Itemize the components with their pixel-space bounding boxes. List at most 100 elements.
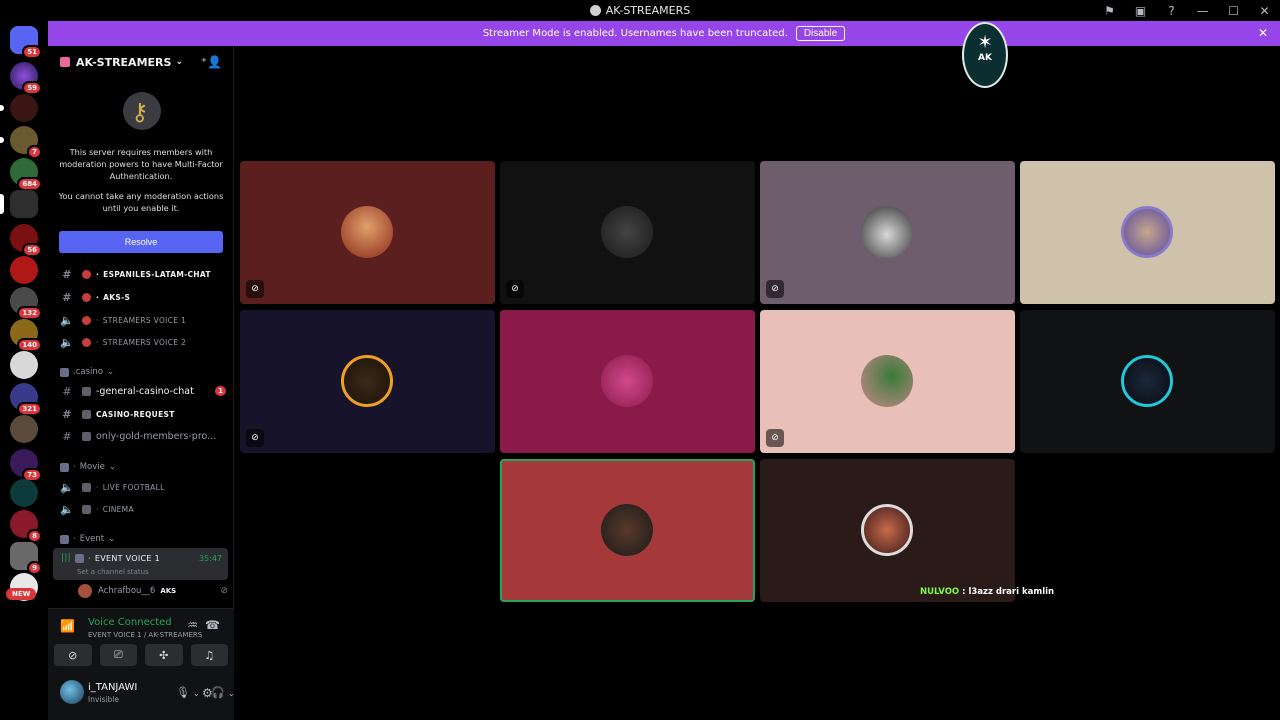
- invite-people-icon[interactable]: ⁺👤: [201, 55, 222, 69]
- channel-general-casino-chat[interactable]: # -general-casino-chat 1: [58, 381, 228, 401]
- server-icon[interactable]: 684: [10, 158, 42, 191]
- video-off-icon: ⊘: [506, 280, 524, 298]
- video-off-icon: ⊘: [246, 280, 264, 298]
- participant-tile[interactable]: [1020, 310, 1275, 453]
- channel-cinema[interactable]: 🔈 · CINEMA: [58, 499, 228, 519]
- participant-tile[interactable]: ⊘: [240, 310, 495, 453]
- voice-timer: 35:47: [198, 554, 222, 563]
- signal-icon[interactable]: 📶: [60, 619, 75, 633]
- channel-name: AKS-S: [103, 292, 131, 302]
- channel-casino-request[interactable]: # CASINO-REQUEST: [58, 404, 228, 424]
- unread-pill: [0, 105, 4, 111]
- selected-pill: [0, 194, 4, 214]
- server-icon[interactable]: [10, 479, 38, 507]
- banner-close-icon[interactable]: ✕: [1258, 26, 1268, 40]
- participant-tile[interactable]: ⊘: [760, 161, 1015, 304]
- camera-off-button[interactable]: ⊘: [54, 644, 92, 666]
- channel-name: ESPANILES-LATAM-CHAT: [103, 269, 211, 279]
- participant-tile[interactable]: ⊘: [240, 161, 495, 304]
- server-icon[interactable]: [0, 94, 38, 122]
- channel-status[interactable]: Set a channel status: [77, 568, 149, 576]
- channel-only-gold-members[interactable]: # only-gold-members-pro...: [58, 426, 228, 446]
- direct-messages-button[interactable]: 51: [10, 26, 42, 59]
- server-icon[interactable]: 321: [10, 383, 42, 416]
- channel-live-football[interactable]: 🔈 · LIVE FOOTBALL: [58, 477, 228, 497]
- chevron-down-icon[interactable]: ⌄: [193, 689, 200, 698]
- voice-connected-title[interactable]: Voice Connected: [88, 617, 172, 628]
- text-channel-icon: #: [62, 429, 72, 443]
- key-illustration: ⚷: [111, 88, 171, 138]
- participant-tile[interactable]: ⊘: [500, 161, 755, 304]
- chevron-down-icon: ⌄: [106, 367, 115, 377]
- category-name: Event: [79, 534, 105, 544]
- channel-emoji: [82, 431, 91, 441]
- channel-streamers-voice-1[interactable]: 🔈 · STREAMERS VOICE 1: [58, 310, 228, 330]
- chevron-down-icon: ⌄: [108, 462, 116, 472]
- category-casino[interactable]: .casino ⌄: [60, 367, 114, 377]
- chevron-down-icon[interactable]: ⌄: [228, 689, 235, 698]
- participant-tile[interactable]: [1020, 161, 1275, 304]
- server-icon[interactable]: 56: [10, 224, 42, 257]
- channel-name: -general-casino-chat: [96, 385, 194, 397]
- user-status: Invisible: [88, 695, 119, 704]
- chat-username: NULVOO: [920, 587, 960, 597]
- server-icon[interactable]: 7: [0, 126, 42, 159]
- server-icon[interactable]: 73: [10, 449, 42, 482]
- participant-tile[interactable]: [500, 310, 755, 453]
- voice-channel-path: EVENT VOICE 1 / AK-STREAMERS: [88, 631, 203, 639]
- server-icon[interactable]: 140: [10, 319, 42, 352]
- server-name: AK-STREAMERS: [76, 55, 172, 69]
- headphones-icon[interactable]: 🎧: [211, 686, 225, 699]
- disable-streamer-mode-button[interactable]: Disable: [795, 26, 846, 41]
- avatar[interactable]: [60, 680, 84, 704]
- soundboard-button[interactable]: ♫: [190, 644, 228, 666]
- username[interactable]: i_TANJAWI: [88, 682, 137, 693]
- microphone-icon[interactable]: 🎙: [176, 686, 190, 699]
- server-icon[interactable]: 59: [10, 62, 42, 95]
- server-icon[interactable]: 132: [10, 287, 42, 320]
- minimize-button[interactable]: —: [1187, 4, 1218, 18]
- streamer-mode-banner: Streamer Mode is enabled. Usernames have…: [48, 21, 1280, 46]
- server-icon[interactable]: [10, 256, 38, 284]
- channel-name: EVENT VOICE 1: [94, 553, 161, 563]
- server-logo-icon: [60, 57, 70, 67]
- channel-emoji: [75, 553, 84, 563]
- channel-espaniles[interactable]: # · ESPANILES-LATAM-CHAT: [58, 264, 228, 284]
- share-screen-button[interactable]: ⎚: [99, 644, 137, 666]
- settings-gear-icon[interactable]: ⚙: [202, 686, 213, 700]
- category-movie[interactable]: · Movie ⌄: [60, 462, 116, 472]
- close-window-button[interactable]: ✕: [1249, 4, 1280, 18]
- server-icon[interactable]: 8: [10, 510, 42, 543]
- screen-share-icon[interactable]: ▣: [1125, 4, 1156, 18]
- participant-tile-speaking[interactable]: [500, 459, 755, 602]
- help-icon[interactable]: ?: [1156, 4, 1187, 18]
- text-channel-icon: #: [62, 290, 72, 304]
- server-icon[interactable]: 9: [10, 542, 42, 575]
- overlay-chat-message: NULVOO : l3azz drari kamlin: [920, 587, 1054, 597]
- disconnect-icon[interactable]: ☎: [205, 618, 220, 632]
- server-icon[interactable]: [0, 190, 38, 218]
- server-icon[interactable]: [10, 351, 38, 379]
- avatar: [601, 504, 653, 556]
- unread-badge: 9: [27, 561, 42, 575]
- server-icon[interactable]: [10, 415, 38, 443]
- category-event[interactable]: · Event ⌄: [60, 534, 115, 544]
- voice-member[interactable]: Achrafbou__6 AKS ⊘: [78, 582, 228, 600]
- participant-tile[interactable]: [760, 459, 1015, 602]
- resolve-button[interactable]: Resolve: [59, 231, 223, 253]
- unread-badge: 132: [17, 306, 42, 320]
- noise-suppression-icon[interactable]: ♒: [187, 618, 198, 632]
- activities-button[interactable]: ✣: [145, 644, 183, 666]
- voice-active-icon: |||: [61, 553, 71, 563]
- unread-badge: 51: [22, 45, 42, 59]
- channel-streamers-voice-2[interactable]: 🔈 · STREAMERS VOICE 2: [58, 332, 228, 352]
- participant-tile[interactable]: ⊘: [760, 310, 1015, 453]
- phoenix-logo-icon: ✶: [977, 32, 993, 53]
- member-name: Achrafbou__6: [98, 586, 156, 596]
- unread-badge: 140: [17, 338, 42, 352]
- channel-event-voice-1[interactable]: ||| · EVENT VOICE 1 35:47 Set a channel …: [53, 548, 228, 580]
- maximize-button[interactable]: ☐: [1218, 4, 1249, 18]
- server-header[interactable]: AK-STREAMERS ⌄ ⁺👤: [48, 46, 234, 78]
- inbox-flag-icon[interactable]: ⚑: [1094, 4, 1125, 18]
- channel-aks[interactable]: # · AKS-S: [58, 287, 228, 307]
